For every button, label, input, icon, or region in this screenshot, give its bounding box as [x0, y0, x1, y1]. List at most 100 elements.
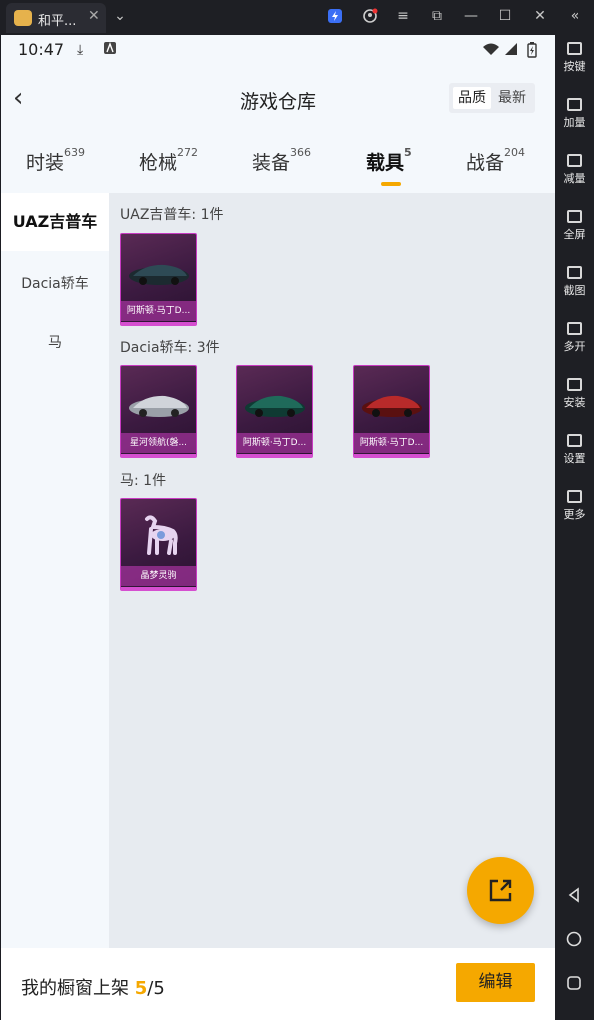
minimize-icon[interactable]: — — [462, 8, 480, 24]
chevron-down-icon[interactable]: ⌄ — [111, 8, 129, 24]
vehicle-type-nav: UAZ吉普车 Dacia轿车 马 — [1, 193, 109, 948]
apk-install-icon — [567, 378, 582, 391]
item-card[interactable]: 阿斯顿·马丁D... — [353, 365, 430, 458]
multi-instance-icon — [567, 322, 582, 335]
share-button[interactable] — [467, 857, 534, 924]
showcase-total: /5 — [147, 978, 165, 999]
signal-icon — [504, 42, 518, 60]
car-image — [129, 264, 189, 285]
sort-quality[interactable]: 品质 — [453, 87, 491, 109]
sidebar-item-volume-down[interactable]: 减量 — [555, 154, 594, 186]
sidebar-label: 多开 — [563, 340, 586, 353]
item-card[interactable]: 阿斯顿·马丁D... — [236, 365, 313, 458]
sidebar-item-settings[interactable]: 设置 — [555, 434, 594, 466]
item-name: 阿斯顿·马丁D... — [354, 433, 429, 453]
showcase-status: 我的橱窗上架 5/5 — [21, 974, 165, 1000]
settings-icon — [567, 434, 582, 447]
showcase-bar: 我的橱窗上架 5/5 编辑 — [1, 948, 555, 1020]
item-card[interactable]: 阿斯顿·马丁D... — [120, 233, 197, 326]
sidebar-item-multi[interactable]: 多开 — [555, 322, 594, 354]
nav-item-dacia[interactable]: Dacia轿车 — [1, 273, 109, 293]
sidebar-label: 更多 — [563, 508, 586, 521]
car-image — [129, 395, 189, 417]
showcase-count: 5 — [134, 978, 148, 999]
tab-count: 272 — [177, 146, 199, 159]
notification-a-icon — [104, 42, 116, 58]
item-name: 晶梦灵驹 — [121, 566, 196, 586]
sidebar-label: 全屏 — [563, 228, 586, 241]
sidebar-label: 设置 — [563, 452, 586, 465]
sort-newest[interactable]: 最新 — [493, 87, 531, 109]
collapse-sidebar-icon[interactable]: « — [566, 8, 584, 24]
tab-label: 战备 — [466, 152, 505, 174]
emulator-titlebar: 和平... ✕ ⌄ ≡ ⧉ — ☐ ✕ « — [0, 0, 594, 35]
tab-supplies[interactable]: 战备204 — [466, 146, 526, 175]
group-label-dacia: Dacia轿车: 3件 — [120, 340, 220, 356]
sidebar-label: 截图 — [563, 284, 586, 297]
tab-label: 时装 — [26, 152, 65, 174]
category-tabs: 时装639 枪械272 装备366 载具5 战备204 — [1, 140, 555, 186]
tab-close-icon[interactable]: ✕ — [88, 8, 100, 24]
showcase-label: 我的橱窗上架 — [21, 978, 129, 999]
user-icon[interactable] — [361, 8, 379, 28]
nav-item-uaz[interactable]: UAZ吉普车 — [1, 193, 109, 251]
home-nav-icon[interactable] — [566, 931, 582, 947]
status-bar: 10:47 ⤓ — [1, 35, 555, 65]
app-icon — [14, 10, 32, 26]
tab-count: 639 — [64, 146, 86, 159]
pin-icon[interactable]: ⧉ — [428, 8, 446, 24]
tab-count: 366 — [290, 146, 312, 159]
tab-count: 204 — [504, 146, 526, 159]
sidebar-item-volume-up[interactable]: 加量 — [555, 98, 594, 130]
wifi-icon — [482, 42, 500, 60]
sidebar-item-more[interactable]: 更多 — [555, 490, 594, 522]
external-link-icon — [489, 879, 512, 902]
tab-label: 载具 — [366, 152, 405, 174]
tab-title: 和平... — [38, 14, 77, 29]
phone-screen: 10:47 ⤓ ‹ 游戏仓库 品质 最新 时装639 枪械272 装备366 载… — [1, 35, 555, 1020]
tab-outfits[interactable]: 时装639 — [26, 146, 86, 175]
horse-image — [145, 515, 178, 555]
page-header: ‹ 游戏仓库 品质 最新 — [1, 75, 555, 125]
sort-toggle: 品质 最新 — [449, 83, 535, 113]
tab-weapons[interactable]: 枪械272 — [139, 146, 199, 175]
scissors-icon — [567, 266, 582, 279]
app-tab[interactable]: 和平... ✕ — [6, 3, 106, 33]
maximize-icon[interactable]: ☐ — [496, 8, 514, 24]
sidebar-label: 按键 — [563, 60, 586, 73]
item-name: 阿斯顿·马丁D... — [237, 433, 312, 453]
item-name: 阿斯顿·马丁D... — [121, 301, 196, 321]
car-image — [245, 395, 305, 417]
battery-icon — [527, 42, 537, 62]
edit-button[interactable]: 编辑 — [456, 963, 535, 1002]
item-grid: UAZ吉普车: 1件 阿斯顿·马丁D... Dacia轿车: 3件 星河领航(磐… — [109, 193, 555, 948]
car-image — [362, 395, 422, 417]
nav-item-horse[interactable]: 马 — [1, 332, 109, 352]
item-card[interactable]: 星河领航(磐... — [120, 365, 197, 458]
sidebar-label: 加量 — [563, 116, 586, 129]
volume-up-icon — [567, 98, 582, 111]
tab-label: 枪械 — [139, 152, 178, 174]
emulator-sidebar: 按键 加量 减量 全屏 截图 多开 安装 设置 更多 — [555, 35, 594, 1020]
keyboard-icon — [567, 42, 582, 55]
volume-down-icon — [567, 154, 582, 167]
back-nav-icon[interactable] — [566, 887, 582, 903]
tab-equipment[interactable]: 装备366 — [252, 146, 312, 175]
recents-nav-icon[interactable] — [566, 975, 582, 991]
sidebar-item-screenshot[interactable]: 截图 — [555, 266, 594, 298]
speed-icon[interactable] — [326, 8, 344, 28]
tab-vehicles[interactable]: 载具5 — [366, 146, 412, 175]
status-time: 10:47 — [18, 40, 65, 59]
group-label-horse: 马: 1件 — [120, 473, 167, 489]
tab-label: 装备 — [252, 152, 291, 174]
tab-count: 5 — [404, 146, 412, 159]
sidebar-item-keys[interactable]: 按键 — [555, 42, 594, 74]
sidebar-item-fullscreen[interactable]: 全屏 — [555, 210, 594, 242]
close-icon[interactable]: ✕ — [531, 8, 549, 24]
sidebar-item-install[interactable]: 安装 — [555, 378, 594, 410]
more-icon — [567, 490, 582, 503]
item-card[interactable]: 晶梦灵驹 — [120, 498, 197, 591]
download-icon: ⤓ — [77, 42, 84, 58]
menu-icon[interactable]: ≡ — [394, 8, 412, 24]
fullscreen-icon — [567, 210, 582, 223]
